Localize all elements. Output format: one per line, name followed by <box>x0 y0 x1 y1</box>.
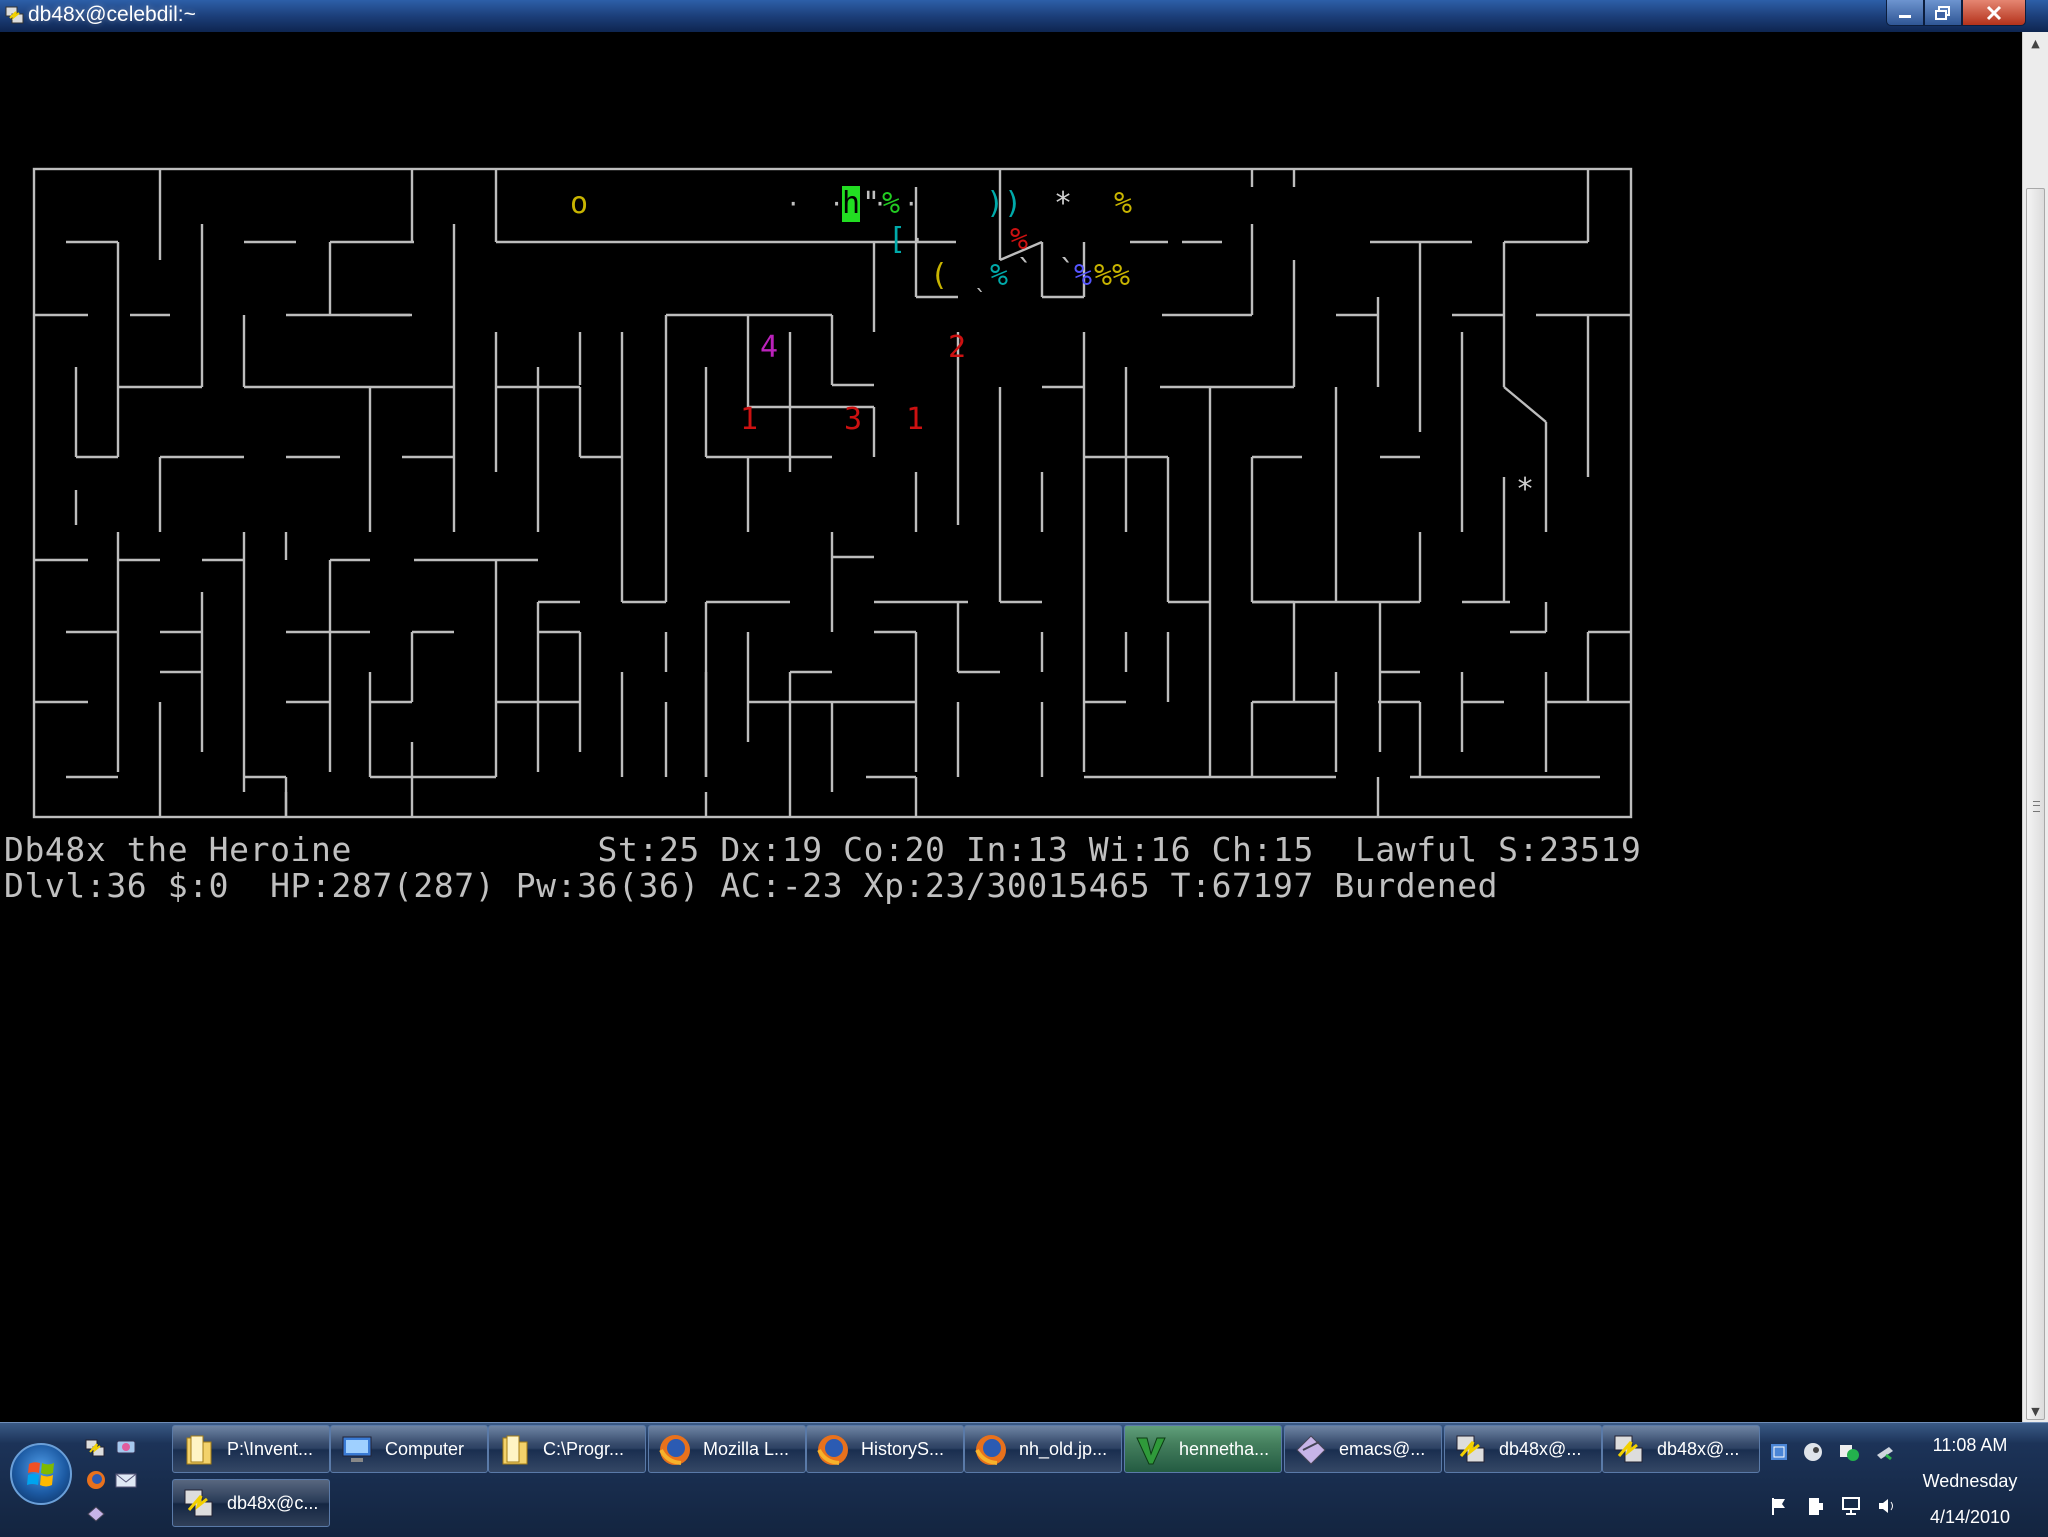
taskbar-item-putty[interactable]: db48x@c... <box>172 1479 330 1527</box>
putty-icon[interactable] <box>84 1437 108 1459</box>
putty-icon <box>184 1489 213 1517</box>
close-icon <box>1986 5 2002 20</box>
clock-day[interactable]: Wednesday <box>1900 1471 2040 1492</box>
taskbar-item-label: db48x@... <box>1499 1439 1582 1459</box>
taskbar-item-folder[interactable]: P:\Invent... <box>172 1425 330 1473</box>
taskbar-item-putty[interactable]: db48x@... <box>1602 1425 1760 1473</box>
map-item-tool: ( <box>930 258 949 293</box>
taskbar: P:\Invent... Computer C:\Progr... Mozill… <box>0 1422 2048 1537</box>
status-online-icon[interactable] <box>1838 1441 1860 1463</box>
network-icon[interactable] <box>114 1437 138 1459</box>
map-monster-3: 3 <box>844 402 863 437</box>
taskbar-item-label: hennetha... <box>1179 1439 1270 1459</box>
taskbar-item-label: db48x@c... <box>227 1493 319 1513</box>
steam-icon[interactable] <box>1802 1441 1824 1463</box>
map-item-weapons: )) <box>986 186 1023 221</box>
taskbar-item-folder[interactable]: C:\Progr... <box>488 1425 646 1473</box>
taskbar-item-label: Mozilla L... <box>703 1439 790 1459</box>
minimize-icon <box>1899 14 1911 18</box>
map-boulder-remnant: ` <box>974 287 988 312</box>
safely-remove-icon[interactable] <box>1874 1441 1896 1463</box>
taskbar-item-label: C:\Progr... <box>543 1439 625 1459</box>
action-center-flag-icon[interactable] <box>1768 1495 1790 1517</box>
taskbar-item-firefox[interactable]: nh_old.jp... <box>964 1425 1122 1473</box>
firefox-icon[interactable] <box>84 1469 108 1491</box>
map-item-food: % <box>882 186 901 221</box>
clock-date[interactable]: 4/14/2010 <box>1900 1507 2040 1528</box>
volume-icon[interactable] <box>1876 1495 1898 1517</box>
player-character: h <box>842 186 861 222</box>
taskbar-item-emacs[interactable]: emacs@... <box>1284 1425 1442 1473</box>
restore-button[interactable] <box>1924 0 1962 26</box>
terminal-window[interactable]: o · · · h " % · )) * % [ · % ( % ` ` % %… <box>0 32 2022 1422</box>
minimize-button[interactable] <box>1886 0 1924 26</box>
firefox-icon <box>659 1435 690 1465</box>
map-floor-dot: · <box>904 190 919 218</box>
map-monster-1: 1 <box>740 402 759 437</box>
windows-logo-icon <box>27 1462 54 1487</box>
emacs-icon[interactable] <box>84 1503 108 1525</box>
grip-icon <box>2033 801 2040 812</box>
status-line-1: Db48x the Heroine St:25 Dx:19 Co:20 In:1… <box>4 830 1642 869</box>
mail-icon[interactable] <box>114 1469 138 1491</box>
taskbar-item-label: P:\Invent... <box>227 1439 314 1459</box>
map-floor-dot: · <box>910 226 925 254</box>
scroll-down-icon[interactable]: ▼ <box>2023 1400 2048 1422</box>
scroll-up-icon[interactable]: ▲ <box>2023 32 2048 54</box>
map-item-food: % <box>990 258 1009 293</box>
taskbar-item-vim[interactable]: hennetha... <box>1124 1425 1282 1473</box>
map-item-food: % <box>1010 222 1029 257</box>
map-boulder-remnant: ` <box>1016 254 1035 289</box>
map-item-food: %% <box>1094 258 1131 293</box>
map-monster-4: 4 <box>760 330 779 365</box>
taskbar-item-putty[interactable]: db48x@... <box>1444 1425 1602 1473</box>
window-title: db48x@celebdil:~ <box>28 3 196 26</box>
taskbar-item-computer[interactable]: Computer <box>330 1425 488 1473</box>
taskbar-item-label: HistoryS... <box>861 1439 945 1459</box>
emacs-icon <box>1296 1435 1326 1465</box>
putty-icon <box>1614 1435 1643 1463</box>
taskbar-item-label: nh_old.jp... <box>1019 1439 1108 1459</box>
map-item-food: % <box>1074 258 1093 293</box>
vim-icon <box>1136 1437 1166 1465</box>
status-line-2: Dlvl:36 $:0 HP:287(287) Pw:36(36) AC:-23… <box>4 866 1499 905</box>
firefox-icon <box>975 1435 1006 1465</box>
restore-icon <box>1935 5 1950 20</box>
taskbar-item-firefox[interactable]: HistoryS... <box>806 1425 964 1473</box>
computer-icon <box>342 1436 372 1462</box>
network-icon[interactable] <box>1840 1495 1862 1517</box>
window-titlebar[interactable]: db48x@celebdil:~ <box>0 0 2048 32</box>
putty-icon <box>1456 1435 1485 1463</box>
putty-icon[interactable] <box>4 4 26 26</box>
map-item-food: % <box>1114 186 1133 221</box>
close-button[interactable] <box>1962 0 2026 26</box>
clock-time[interactable]: 11:08 AM <box>1900 1435 2040 1456</box>
map-item-amulet: " <box>862 186 881 221</box>
map-item-rock: * <box>1516 472 1535 507</box>
power-icon[interactable] <box>1804 1495 1826 1517</box>
scrollbar-thumb[interactable] <box>2026 188 2045 1420</box>
folder-icon <box>502 1435 528 1465</box>
map-item-armor: [ <box>888 222 907 257</box>
vertical-scrollbar[interactable]: ▲ ▼ <box>2022 32 2048 1422</box>
start-button[interactable] <box>10 1443 72 1505</box>
map-monster-1: 1 <box>906 402 925 437</box>
map-item-rock: * <box>1054 186 1073 221</box>
map-item-ring: o <box>570 186 589 221</box>
taskbar-item-label: emacs@... <box>1339 1439 1426 1459</box>
taskbar-item-firefox[interactable]: Mozilla L... <box>648 1425 806 1473</box>
map-monster-2: 2 <box>948 330 967 365</box>
taskbar-item-label: Computer <box>385 1439 465 1459</box>
firefox-icon <box>817 1435 848 1465</box>
folder-icon <box>186 1435 212 1465</box>
windows-update-icon[interactable] <box>1768 1441 1790 1463</box>
maze-map <box>32 167 1633 819</box>
taskbar-item-label: db48x@... <box>1657 1439 1740 1459</box>
